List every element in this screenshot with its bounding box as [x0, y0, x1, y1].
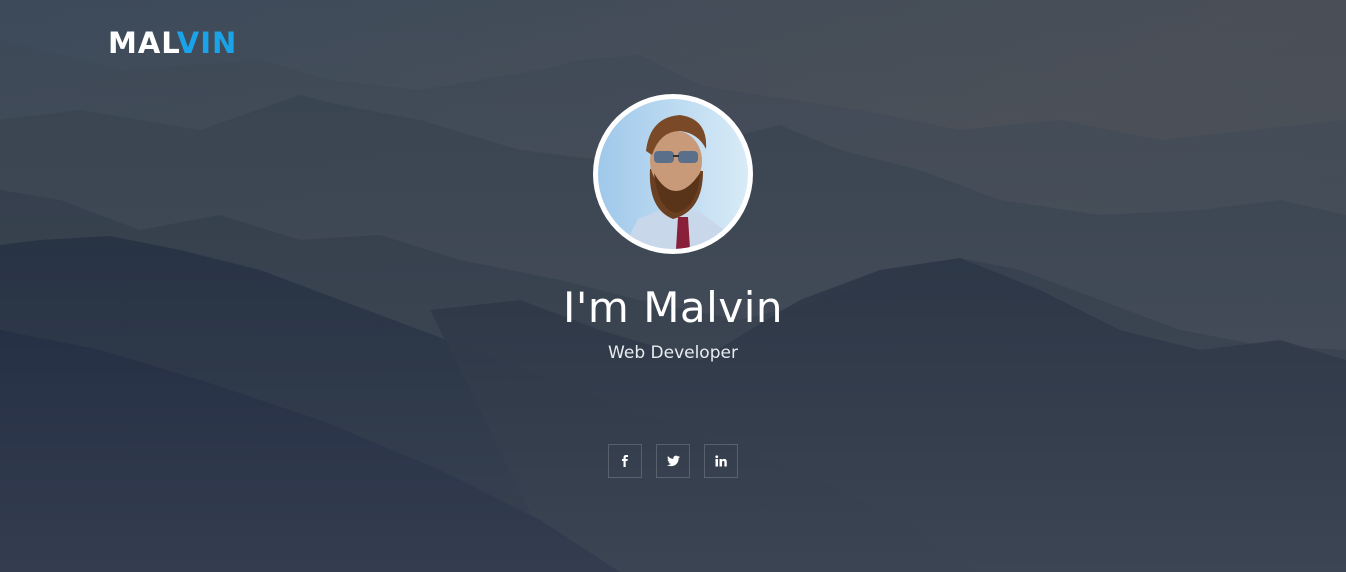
- site-logo[interactable]: MALVIN: [108, 27, 237, 59]
- avatar-photo: [598, 99, 748, 249]
- linkedin-link[interactable]: [704, 444, 738, 478]
- social-links: [608, 444, 738, 478]
- hero-subtitle: Web Developer: [608, 343, 738, 363]
- linkedin-icon: [715, 455, 727, 467]
- logo-part-1: MAL: [108, 26, 177, 60]
- twitter-link[interactable]: [656, 444, 690, 478]
- facebook-icon: [622, 455, 628, 467]
- logo-part-2: VIN: [176, 26, 238, 60]
- twitter-icon: [666, 455, 680, 467]
- hero-title: I'm Malvin: [563, 283, 783, 332]
- avatar: [593, 94, 753, 254]
- facebook-link[interactable]: [608, 444, 642, 478]
- hero-section: MALVIN I'm Malvin Web Developer: [0, 0, 1346, 572]
